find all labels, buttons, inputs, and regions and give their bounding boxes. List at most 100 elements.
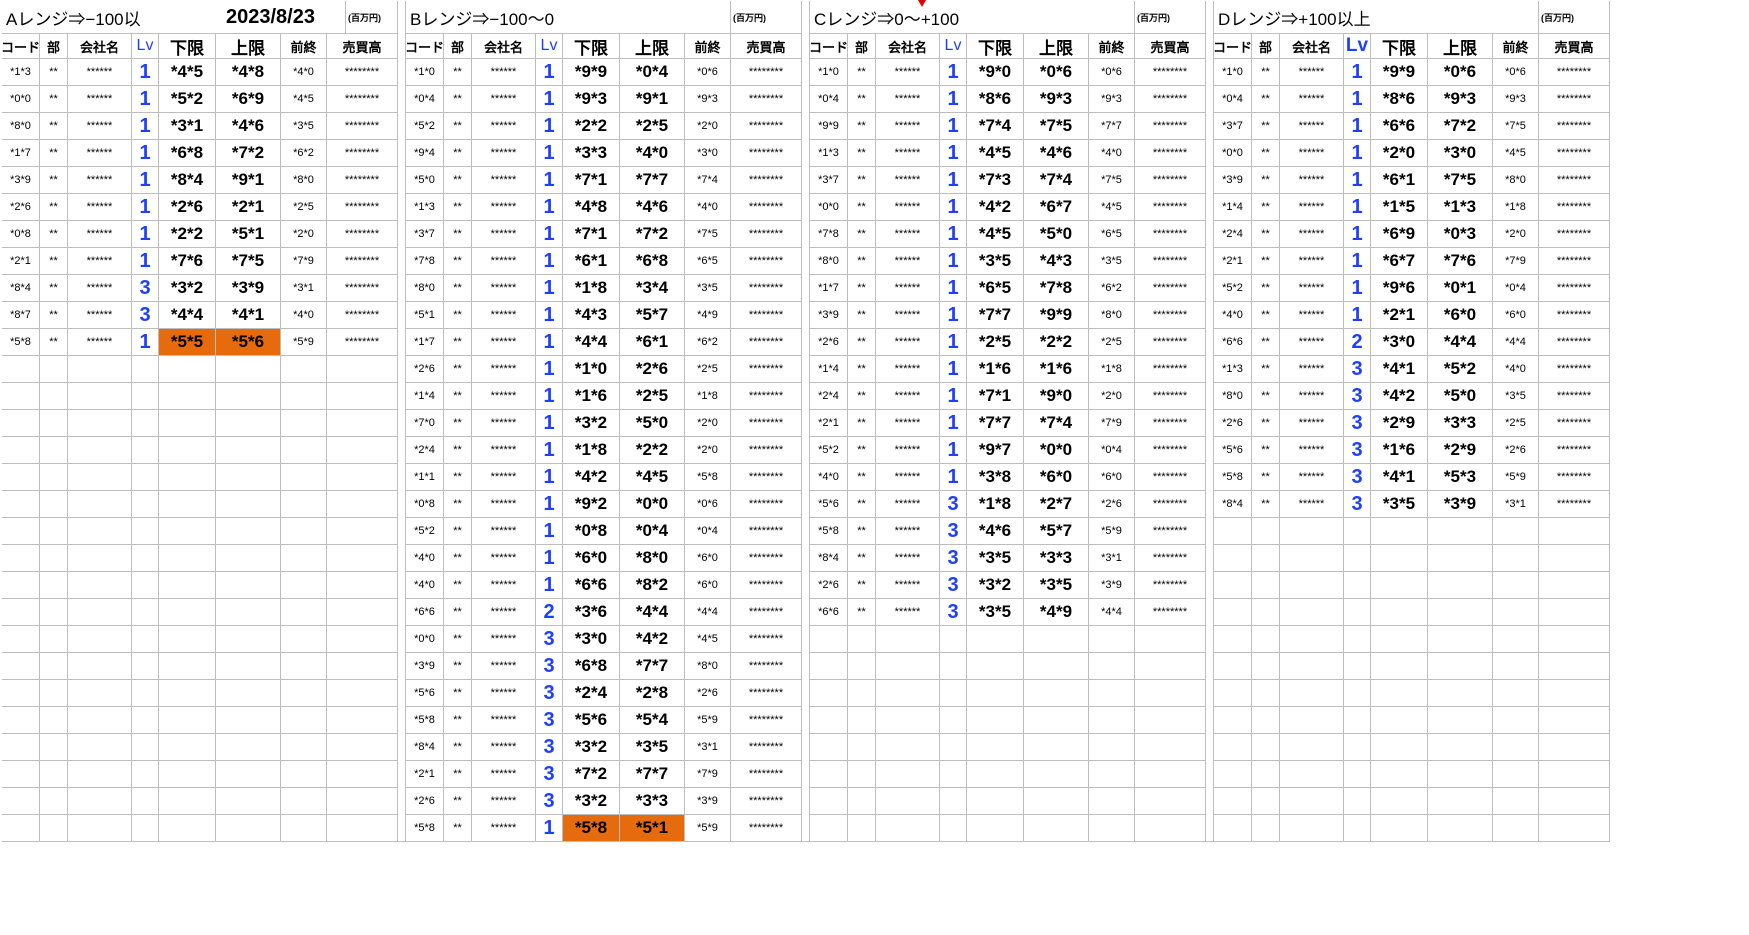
empty-cell[interactable]	[281, 464, 327, 491]
empty-cell[interactable]	[281, 653, 327, 680]
cell-volume[interactable]: ********	[731, 707, 802, 734]
empty-cell[interactable]	[1214, 707, 1252, 734]
empty-cell[interactable]	[1493, 545, 1539, 572]
cell-dept[interactable]: **	[848, 383, 876, 410]
cell-lower[interactable]: *3*5	[967, 248, 1024, 275]
empty-cell[interactable]	[1344, 653, 1371, 680]
cell-company[interactable]: ******	[68, 194, 132, 221]
cell-prev-close[interactable]: *4*0	[1089, 140, 1135, 167]
cell-lower[interactable]: *8*6	[967, 86, 1024, 113]
cell-code[interactable]: *8*0	[2, 113, 40, 140]
cell-code[interactable]: *3*7	[810, 167, 848, 194]
empty-cell[interactable]	[2, 572, 40, 599]
cell-dept[interactable]: **	[444, 113, 472, 140]
cell-lv[interactable]: 3	[940, 491, 967, 518]
empty-cell[interactable]	[2, 383, 40, 410]
cell-upper[interactable]: *8*2	[620, 572, 685, 599]
cell-upper[interactable]: *6*0	[1428, 302, 1493, 329]
empty-cell[interactable]	[281, 626, 327, 653]
cell-company[interactable]: ******	[68, 140, 132, 167]
cell-dept[interactable]: **	[848, 518, 876, 545]
cell-lv[interactable]: 3	[1344, 491, 1371, 518]
empty-cell[interactable]	[1493, 599, 1539, 626]
cell-lv[interactable]: 3	[536, 761, 563, 788]
cell-upper[interactable]: *0*6	[1428, 59, 1493, 86]
cell-prev-close[interactable]: *0*6	[685, 59, 731, 86]
cell-upper[interactable]: *3*3	[1428, 410, 1493, 437]
cell-lv[interactable]: 1	[1344, 248, 1371, 275]
empty-cell[interactable]	[216, 626, 281, 653]
empty-cell[interactable]	[1089, 680, 1135, 707]
cell-upper[interactable]: *2*1	[216, 194, 281, 221]
empty-cell[interactable]	[1371, 545, 1428, 572]
empty-cell[interactable]	[68, 518, 132, 545]
empty-cell[interactable]	[1539, 653, 1610, 680]
cell-lower[interactable]: *5*8	[563, 815, 620, 842]
cell-code[interactable]: *2*4	[1214, 221, 1252, 248]
cell-lower[interactable]: *5*5	[159, 329, 216, 356]
empty-cell[interactable]	[1539, 815, 1610, 842]
cell-code[interactable]: *1*1	[406, 464, 444, 491]
cell-lower[interactable]: *9*2	[563, 491, 620, 518]
empty-cell[interactable]	[159, 356, 216, 383]
cell-code[interactable]: *9*4	[406, 140, 444, 167]
cell-lower[interactable]: *7*3	[967, 167, 1024, 194]
cell-upper[interactable]: *3*5	[1024, 572, 1089, 599]
empty-cell[interactable]	[327, 707, 398, 734]
empty-cell[interactable]	[2, 599, 40, 626]
cell-volume[interactable]: ********	[1135, 248, 1206, 275]
cell-company[interactable]: ******	[472, 491, 536, 518]
empty-cell[interactable]	[68, 464, 132, 491]
cell-upper[interactable]: *4*6	[216, 113, 281, 140]
cell-company[interactable]: ******	[876, 248, 940, 275]
empty-cell[interactable]	[1371, 599, 1428, 626]
cell-lower[interactable]: *2*2	[159, 221, 216, 248]
cell-lower[interactable]: *3*5	[1371, 491, 1428, 518]
cell-code[interactable]: *5*8	[406, 707, 444, 734]
empty-cell[interactable]	[68, 680, 132, 707]
empty-cell[interactable]	[40, 734, 68, 761]
cell-lower[interactable]: *1*6	[563, 383, 620, 410]
empty-cell[interactable]	[68, 788, 132, 815]
cell-code[interactable]: *3*9	[2, 167, 40, 194]
cell-dept[interactable]: **	[1252, 194, 1280, 221]
cell-code[interactable]: *6*6	[810, 599, 848, 626]
cell-company[interactable]: ******	[68, 86, 132, 113]
cell-volume[interactable]: ********	[327, 140, 398, 167]
empty-cell[interactable]	[876, 815, 940, 842]
cell-volume[interactable]: ********	[1539, 275, 1610, 302]
cell-lv[interactable]: 1	[536, 518, 563, 545]
cell-lv[interactable]: 1	[536, 383, 563, 410]
cell-prev-close[interactable]: *4*0	[281, 302, 327, 329]
cell-upper[interactable]: *4*1	[216, 302, 281, 329]
cell-lv[interactable]: 1	[940, 86, 967, 113]
cell-company[interactable]: ******	[1280, 383, 1344, 410]
cell-dept[interactable]: **	[848, 275, 876, 302]
cell-lower[interactable]: *3*8	[967, 464, 1024, 491]
cell-upper[interactable]: *5*1	[620, 815, 685, 842]
empty-cell[interactable]	[1089, 626, 1135, 653]
empty-cell[interactable]	[810, 707, 848, 734]
cell-lower[interactable]: *7*6	[159, 248, 216, 275]
empty-cell[interactable]	[327, 734, 398, 761]
cell-code[interactable]: *1*3	[406, 194, 444, 221]
cell-lv[interactable]: 3	[536, 707, 563, 734]
empty-cell[interactable]	[1214, 734, 1252, 761]
cell-company[interactable]: ******	[876, 383, 940, 410]
cell-lower[interactable]: *4*5	[159, 59, 216, 86]
cell-code[interactable]: *9*9	[810, 113, 848, 140]
empty-cell[interactable]	[1252, 518, 1280, 545]
cell-code[interactable]: *2*6	[810, 329, 848, 356]
cell-code[interactable]: *8*0	[406, 275, 444, 302]
cell-prev-close[interactable]: *4*5	[685, 626, 731, 653]
cell-dept[interactable]: **	[40, 248, 68, 275]
cell-volume[interactable]: ********	[731, 491, 802, 518]
empty-cell[interactable]	[281, 680, 327, 707]
empty-cell[interactable]	[1089, 761, 1135, 788]
cell-upper[interactable]: *7*6	[1428, 248, 1493, 275]
cell-dept[interactable]: **	[444, 275, 472, 302]
cell-volume[interactable]: ********	[731, 545, 802, 572]
empty-cell[interactable]	[1024, 626, 1089, 653]
empty-cell[interactable]	[1428, 680, 1493, 707]
empty-cell[interactable]	[281, 437, 327, 464]
